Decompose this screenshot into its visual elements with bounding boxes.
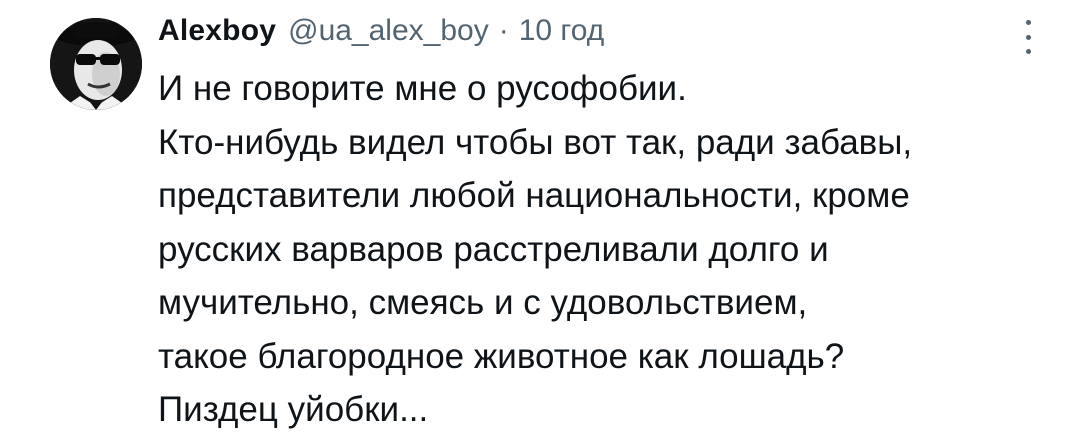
avatar[interactable] [50, 18, 142, 110]
tweet-text: И не говорите мне о русофобии. Кто-нибуд… [158, 62, 1058, 437]
author-name[interactable]: Alexboy [158, 14, 276, 48]
tweet-text-line: представители любой национальности, кром… [158, 176, 910, 215]
more-dot [1025, 20, 1031, 25]
author-handle[interactable]: @ua_alex_boy [288, 14, 489, 47]
tweet-text-line: И не говорите мне о русофобии. [158, 69, 687, 108]
tweet: Alexboy @ua_alex_boy · 10 год И не говорит… [0, 0, 1080, 444]
tweet-meta: @ua_alex_boy · 10 год [288, 14, 604, 48]
more-vertical-icon[interactable] [1016, 20, 1040, 54]
tweet-text-line: Пиздец уйобки... [158, 390, 429, 429]
tweet-timestamp[interactable]: 10 год [519, 14, 605, 47]
tweet-text-line: русских варваров расстреливали долго и [158, 229, 829, 269]
tweet-text-line: такое благородное животное как лошадь? [158, 336, 845, 376]
meta-separator: · [498, 14, 509, 47]
more-dot [1025, 49, 1031, 54]
tweet-text-line: мучительно, смеясь и с удовольствием, [158, 283, 808, 322]
tweet-text-line: Кто-нибудь видел чтобы вот так, ради заб… [158, 122, 913, 162]
more-dot [1025, 34, 1031, 40]
tweet-header: Alexboy @ua_alex_boy · 10 год [158, 14, 604, 54]
avatar-image [50, 18, 142, 110]
